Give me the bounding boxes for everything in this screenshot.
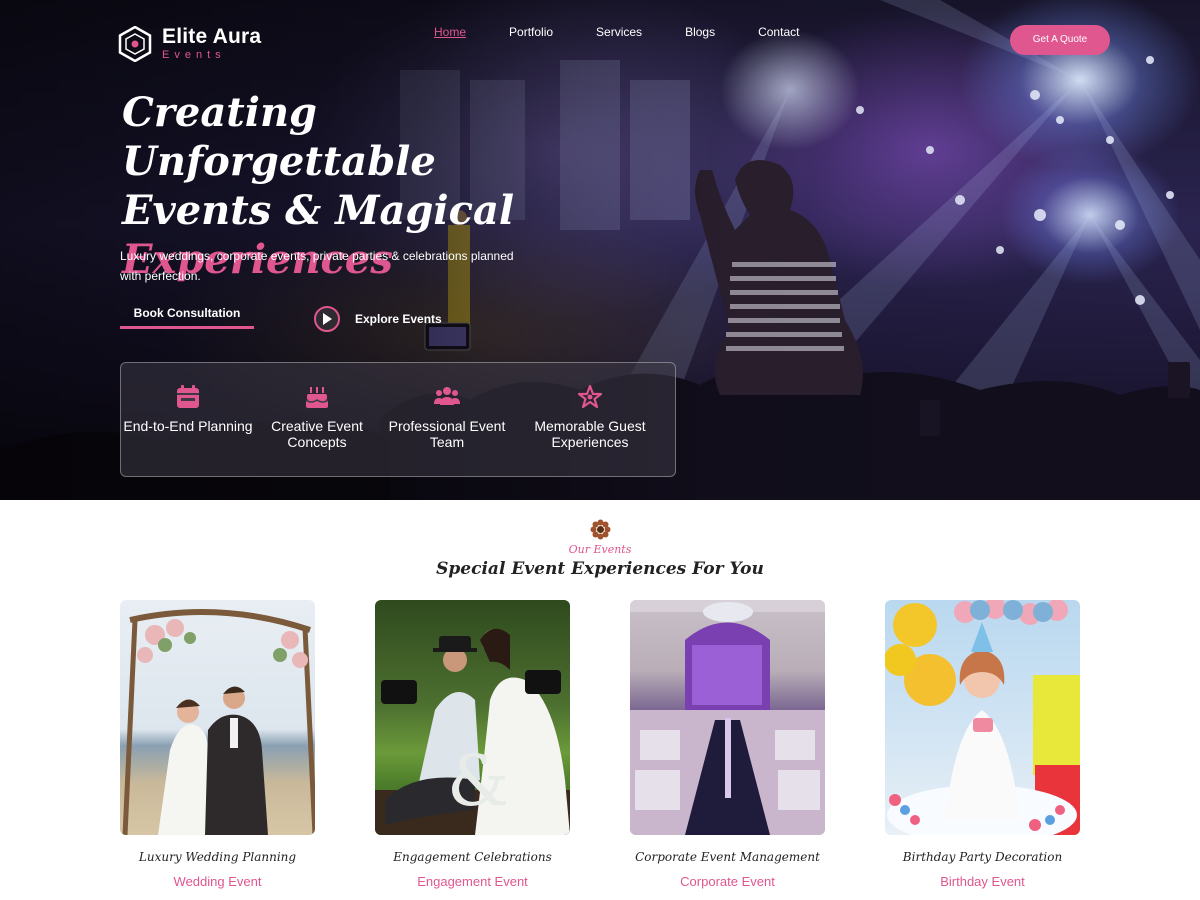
star-icon bbox=[578, 385, 602, 409]
engagement-photo: & bbox=[375, 600, 570, 835]
nav-item-portfolio[interactable]: Portfolio bbox=[509, 25, 553, 39]
nav-item-home[interactable]: Home bbox=[434, 25, 466, 39]
hero-subtext: Luxury weddings, corporate events, priva… bbox=[120, 249, 514, 283]
hexagon-logo-icon bbox=[118, 26, 152, 62]
feature-label: End-to-End Planning bbox=[123, 418, 253, 434]
feature-label: Creative Event Concepts bbox=[271, 418, 363, 450]
event-card-engagement[interactable]: & Engagement Celebrations Engagement Eve… bbox=[375, 600, 570, 889]
explore-events-button[interactable]: Explore Events bbox=[314, 306, 442, 332]
brand-logo[interactable]: Elite Aura Events bbox=[118, 26, 261, 62]
card-title: Luxury Wedding Planning bbox=[138, 850, 297, 864]
card-title: Birthday Party Decoration bbox=[902, 850, 1063, 864]
feature-item: Memorable Guest Experiences bbox=[525, 385, 655, 450]
nav-item-blogs[interactable]: Blogs bbox=[685, 25, 715, 39]
calendar-icon bbox=[177, 385, 199, 408]
explore-events-label: Explore Events bbox=[355, 312, 442, 326]
card-title: Corporate Event Management bbox=[635, 850, 820, 864]
play-icon bbox=[314, 306, 340, 332]
card-tag[interactable]: Engagement Event bbox=[375, 874, 570, 889]
feature-label: Professional Event Team bbox=[388, 418, 506, 450]
features-panel: End-to-End Planning Creative Event Conce… bbox=[120, 362, 676, 477]
flower-ornament-icon bbox=[590, 519, 611, 540]
nav-item-services[interactable]: Services bbox=[596, 25, 642, 39]
card-tag[interactable]: Corporate Event bbox=[630, 874, 825, 889]
team-icon bbox=[434, 387, 460, 405]
feature-item: End-to-End Planning bbox=[123, 385, 253, 434]
get-quote-button[interactable]: Get A Quote bbox=[1010, 25, 1110, 55]
wedding-photo bbox=[120, 600, 315, 835]
feature-label: Memorable Guest Experiences bbox=[534, 418, 646, 450]
event-card-wedding[interactable]: Luxury Wedding Planning Wedding Event bbox=[120, 600, 315, 889]
birthday-photo bbox=[885, 600, 1080, 835]
book-consultation-button[interactable]: Book Consultation bbox=[120, 303, 254, 329]
hero-headline-line2: Events & Magical bbox=[122, 187, 515, 234]
hero-headline-line1: Creating Unforgettable bbox=[122, 89, 436, 185]
svg-text:&: & bbox=[447, 740, 509, 822]
card-tag[interactable]: Birthday Event bbox=[885, 874, 1080, 889]
brand-tagline: Events bbox=[162, 49, 226, 61]
cake-icon bbox=[305, 387, 329, 408]
nav-item-contact[interactable]: Contact bbox=[758, 25, 799, 39]
feature-item: Professional Event Team bbox=[382, 385, 512, 450]
brand-name: Elite Aura bbox=[162, 25, 262, 48]
feature-item: Creative Event Concepts bbox=[252, 385, 382, 450]
main-nav: Home Portfolio Services Blogs Contact bbox=[434, 25, 842, 39]
corporate-photo bbox=[630, 600, 825, 835]
section-title: Special Event Experiences For You bbox=[436, 559, 764, 579]
card-tag[interactable]: Wedding Event bbox=[120, 874, 315, 889]
event-card-birthday[interactable]: Birthday Party Decoration Birthday Event bbox=[885, 600, 1080, 889]
event-card-corporate[interactable]: Corporate Event Management Corporate Eve… bbox=[630, 600, 825, 889]
section-eyebrow: Our Events bbox=[568, 543, 632, 556]
card-title: Engagement Celebrations bbox=[393, 850, 552, 864]
